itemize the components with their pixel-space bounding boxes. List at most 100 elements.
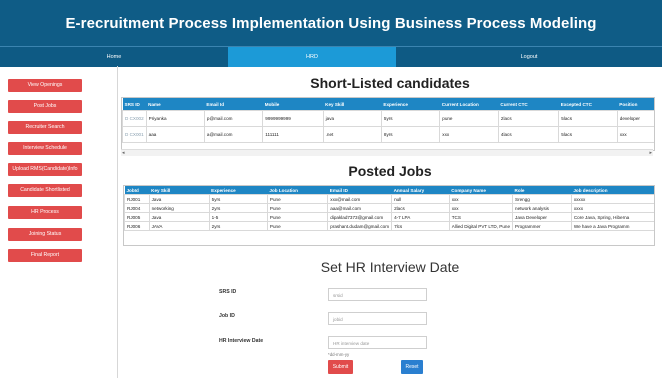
column-header: Key Skill bbox=[149, 186, 210, 195]
column-header: Email ID bbox=[327, 186, 392, 195]
cell-email: dipaklad7373@gmail.com bbox=[327, 212, 393, 222]
cell-experience: 2yrs bbox=[208, 203, 268, 213]
cell-job-id: RJ006 bbox=[124, 221, 150, 231]
nav-hrd[interactable]: HRD bbox=[228, 47, 396, 67]
reset-button[interactable]: Reset bbox=[401, 360, 423, 374]
column-header: Experience bbox=[381, 98, 440, 111]
nav-home[interactable]: Home bbox=[0, 47, 228, 67]
top-nav: Home HRD Logout bbox=[0, 46, 662, 67]
cell-company-name: TCS bbox=[448, 212, 514, 222]
nav-logout[interactable]: Logout bbox=[396, 47, 662, 67]
cell-location: pune bbox=[439, 110, 499, 127]
cell-srs-id: D CX001 bbox=[122, 126, 147, 143]
column-header: Excepted CTC bbox=[558, 98, 618, 111]
cell-company-name: Allied Digital PVT LTD, Pune bbox=[448, 221, 514, 231]
cell-experience: 5yrs bbox=[208, 194, 268, 204]
sidebar-item-hr-process[interactable]: HR Process bbox=[8, 206, 82, 219]
cell-job-id: RJ005 bbox=[124, 212, 150, 222]
cell-email: aaa@mail.com bbox=[327, 203, 393, 213]
column-header: Name bbox=[146, 98, 205, 111]
srs-id-input[interactable]: srsid bbox=[328, 288, 427, 301]
cell-key-skill: Java bbox=[148, 212, 210, 222]
scroll-left-icon[interactable]: ◂ bbox=[122, 150, 125, 156]
cell-key-skill: java bbox=[322, 110, 382, 127]
cell-job-location: Pune bbox=[266, 221, 329, 231]
cell-srs-id: D CX002 bbox=[122, 110, 147, 127]
column-header: Mobile bbox=[262, 98, 324, 111]
cell-name: aaa bbox=[145, 126, 205, 143]
column-header: Annual Salary bbox=[391, 186, 450, 195]
table-row[interactable]: RJ005 Java 1-5 Pune dipaklad7373@gmail.c… bbox=[124, 212, 654, 222]
cell-role: Java Developer bbox=[512, 212, 572, 222]
column-header: Email Id bbox=[204, 98, 263, 111]
sidebar-item-candidate-shortlisted[interactable]: Candidate Shortlisted bbox=[8, 184, 82, 197]
cell-key-skill: Java bbox=[148, 194, 210, 204]
shortlisted-header-row: SRS ID Name Email Id Mobile Key Skill Ex… bbox=[122, 98, 654, 111]
sidebar-item-interview-schedule[interactable]: Interview Schedule bbox=[8, 142, 82, 155]
cell-name: Priyanka bbox=[145, 110, 205, 127]
cell-role: network analysis bbox=[512, 203, 572, 213]
cell-expected-ctc: 5lacs bbox=[558, 126, 618, 143]
cell-experience: 8yrs bbox=[380, 126, 441, 143]
column-header: JobId bbox=[124, 186, 150, 195]
table-row[interactable]: RJ001 Java 5yrs Pune xxx@mail.com null x… bbox=[124, 194, 654, 204]
column-header: Role bbox=[512, 186, 572, 195]
posted-jobs-header-row: JobId Key Skill Experience Job Location … bbox=[124, 186, 654, 195]
cell-job-description: We have a Java Programm bbox=[570, 221, 654, 231]
posted-jobs-table-container: JobId Key Skill Experience Job Location … bbox=[123, 185, 655, 246]
cell-position: developer bbox=[616, 110, 654, 127]
column-header: Position bbox=[617, 98, 654, 111]
cell-job-id: RJ001 bbox=[124, 194, 150, 204]
sidebar-item-joining-status[interactable]: Joining Status bbox=[8, 228, 82, 241]
cell-job-location: Pune bbox=[266, 194, 329, 204]
shortlisted-table-container: SRS ID Name Email Id Mobile Key Skill Ex… bbox=[121, 97, 655, 151]
scroll-right-icon[interactable]: ▸ bbox=[649, 150, 652, 156]
cell-annual-salary: 4-7 LPA bbox=[391, 212, 450, 222]
cell-company-name: xxx bbox=[448, 203, 514, 213]
column-header: Current Location bbox=[439, 98, 499, 111]
cell-location: xxx bbox=[439, 126, 499, 143]
form-title: Set HR Interview Date bbox=[320, 259, 460, 275]
cell-mobile: 111111 bbox=[262, 126, 324, 143]
hr-interview-date-label: HR Interview Date bbox=[219, 338, 264, 344]
cell-key-skill: .net bbox=[322, 126, 382, 143]
cell-job-description: xxxx bbox=[570, 203, 654, 213]
job-id-input[interactable]: jobid bbox=[328, 312, 427, 325]
cell-annual-salary: null bbox=[391, 194, 450, 204]
sidebar-item-post-jobs[interactable]: Post Jobs bbox=[8, 100, 82, 113]
cell-annual-salary: 7lcs bbox=[391, 221, 450, 231]
table-row[interactable]: D CX002 Priyanka p@mail.com 9999999999 j… bbox=[122, 110, 654, 127]
sidebar-item-upload-rms[interactable]: Upload RMS(Candidate)Info bbox=[8, 163, 82, 176]
cell-job-location: Pune bbox=[266, 203, 329, 213]
sidebar-item-recruiter-search[interactable]: Recruiter Search bbox=[8, 121, 82, 134]
cell-mobile: 9999999999 bbox=[262, 110, 324, 127]
cell-job-location: Pune bbox=[266, 212, 329, 222]
sidebar-divider bbox=[117, 66, 118, 378]
cell-email: p@mail.com bbox=[203, 110, 264, 127]
table-row[interactable]: D CX001 aaa a@mail.com 111111 .net 8yrs … bbox=[122, 126, 654, 143]
hr-interview-date-input[interactable]: HR interview date bbox=[328, 336, 427, 349]
column-header: Company Name bbox=[449, 186, 513, 195]
srs-id-label: SRS ID bbox=[219, 289, 237, 295]
table-row[interactable]: RJ004 networking 2yrs Pune aaa@mail.com … bbox=[124, 203, 654, 213]
cell-experience: 1-5 bbox=[208, 212, 268, 222]
cell-job-id: RJ004 bbox=[124, 203, 150, 213]
cell-key-skill: networking bbox=[148, 203, 210, 213]
cell-key-skill: JAVA bbox=[148, 221, 210, 231]
cell-email: prashant.dudam@gmail.com bbox=[327, 221, 393, 231]
column-header: SRS ID bbox=[122, 98, 147, 111]
column-header: Experience bbox=[209, 186, 268, 195]
job-id-label: Job ID bbox=[219, 313, 235, 319]
cell-company-name: xxx bbox=[448, 194, 514, 204]
sidebar: View Openings Post Jobs Recruiter Search… bbox=[0, 66, 114, 378]
cell-experience: 2yrs bbox=[208, 221, 268, 231]
cell-job-description: xxxxx bbox=[570, 194, 654, 204]
table-row[interactable]: RJ006 JAVA 2yrs Pune prashant.dudam@gmai… bbox=[124, 221, 654, 231]
submit-button[interactable]: Submit bbox=[328, 360, 353, 374]
sidebar-item-final-report[interactable]: Final Report bbox=[8, 249, 82, 262]
app-header: E-recruitment Process Implementation Usi… bbox=[0, 0, 662, 46]
sidebar-item-view-openings[interactable]: View Openings bbox=[8, 79, 82, 92]
cell-current-ctc: 4lacs bbox=[497, 126, 560, 143]
cell-experience: 5yrs bbox=[380, 110, 441, 127]
horizontal-scrollbar[interactable]: ◂ ▸ bbox=[121, 149, 653, 156]
